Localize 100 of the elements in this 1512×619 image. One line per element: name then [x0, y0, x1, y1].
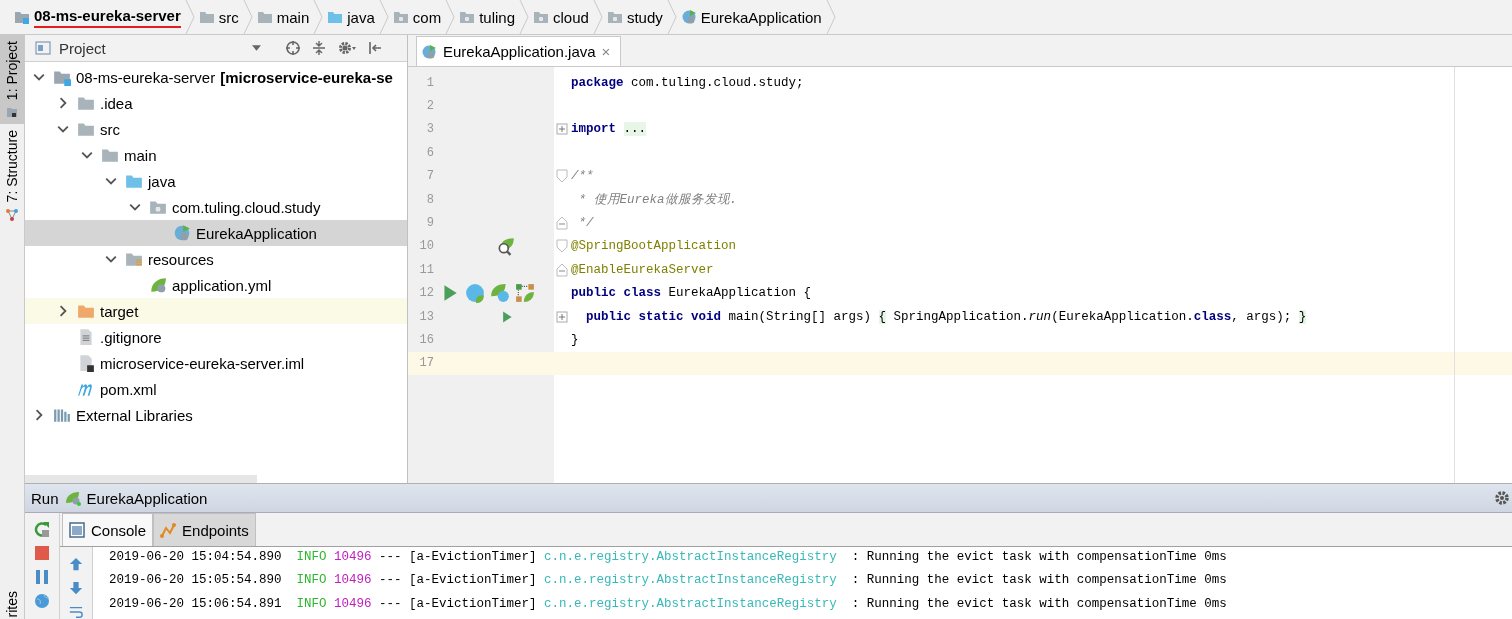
- tree-item[interactable]: resources: [25, 246, 407, 272]
- package-folder-icon: [606, 9, 623, 25]
- spring-search-icon[interactable]: [496, 236, 516, 257]
- side-tab[interactable]: 7: Structure: [0, 124, 24, 227]
- line-number: 1: [425, 75, 434, 90]
- structure-icon: [6, 208, 18, 221]
- spring-class-icon: [421, 43, 437, 60]
- spring-class-icon: [680, 9, 697, 25]
- editor-tab[interactable]: EurekaApplication.java ×: [416, 36, 622, 66]
- line-number: 10: [418, 239, 434, 254]
- leaf-file-icon: [149, 276, 167, 294]
- chevron-down-icon: [33, 71, 45, 83]
- code-line: * 使用Eureka做服务发现.: [577, 192, 737, 209]
- expand-fold-icon[interactable]: [556, 309, 568, 324]
- chevron-down-icon: [129, 201, 141, 213]
- close-button[interactable]: ×: [601, 43, 611, 60]
- tree-item[interactable]: target: [25, 298, 407, 324]
- breadcrumb-item[interactable]: 08-ms-eureka-server: [10, 0, 185, 34]
- collapse-fold-icon[interactable]: [556, 216, 568, 231]
- module-folder-icon: [14, 9, 30, 25]
- tree-item[interactable]: main: [25, 142, 407, 168]
- tree-item[interactable]: External Libraries: [25, 402, 407, 428]
- log-line: 2019-06-20 15:05:54.890 INFO 10496 --- [a-EvictionTimer] c.n.e.registry.AbstractInstanceRegistry : Running the evict task with compensationTime 0ms: [109, 572, 1228, 590]
- chevron-down-icon: [57, 123, 69, 135]
- tree-item[interactable]: java: [25, 168, 407, 194]
- line-number: 13: [418, 309, 434, 324]
- log-line: 2019-06-20 15:04:54.890 INFO 10496 --- [a-EvictionTimer] c.n.e.registry.AbstractInstanceRegistry : Running the evict task with compensationTime 0ms: [109, 549, 1228, 566]
- chevron-right-icon: [57, 97, 69, 109]
- leaf-icon: [64, 490, 81, 506]
- code-line: public class EurekaApplication {: [570, 286, 812, 301]
- code-line: @SpringBootApplication: [570, 239, 737, 254]
- module-folder-icon: [53, 68, 71, 86]
- tool-tab[interactable]: Endpoints: [153, 513, 256, 546]
- spring-class-icon: [173, 224, 191, 242]
- folder-icon: [77, 120, 95, 138]
- pause-icon[interactable]: [34, 569, 50, 585]
- chevron-down-icon: [81, 149, 93, 161]
- settings-icon[interactable]: [337, 40, 357, 56]
- class-icon[interactable]: [465, 283, 485, 304]
- tree-item[interactable]: EurekaApplication: [25, 220, 407, 246]
- scrollbar[interactable]: [25, 475, 257, 483]
- collapse-icon[interactable]: [311, 40, 327, 56]
- folder-icon: [198, 9, 215, 25]
- chevron-right-icon: [33, 409, 45, 421]
- breadcrumb-item[interactable]: study: [602, 0, 667, 34]
- endpoints-icon: [160, 522, 177, 538]
- chevron-down-icon: [105, 253, 117, 265]
- rerun-icon[interactable]: [34, 521, 50, 537]
- code-line: public static void main(String[] args) { SpringApplication.run(EurekaApplication.class, args); }: [585, 309, 1307, 324]
- bean-graph-icon[interactable]: [515, 283, 535, 304]
- down-arrow-icon[interactable]: [68, 581, 84, 595]
- breadcrumb-item[interactable]: EurekaApplication: [676, 0, 826, 34]
- breadcrumb-item[interactable]: src: [194, 0, 243, 34]
- soft-wrap-icon[interactable]: [68, 605, 84, 619]
- module-file-icon: [77, 354, 95, 372]
- breadcrumb-item[interactable]: com: [388, 0, 446, 34]
- package-folder-icon: [459, 9, 476, 25]
- tree-item[interactable]: .gitignore: [25, 324, 407, 350]
- settings-icon[interactable]: [1494, 490, 1510, 506]
- hide-panel-icon[interactable]: [367, 40, 383, 56]
- breadcrumb-item[interactable]: java: [323, 0, 379, 34]
- folder-icon: [256, 9, 273, 25]
- folder-icon: [77, 94, 95, 112]
- tree-item[interactable]: microservice-eureka-server.iml: [25, 350, 407, 376]
- run-config-name[interactable]: EurekaApplication: [86, 489, 208, 507]
- globe-icon[interactable]: [34, 593, 50, 609]
- package-folder-icon: [149, 198, 167, 216]
- breadcrumb-item[interactable]: main: [252, 0, 314, 34]
- code-line: /**: [570, 169, 594, 184]
- caret-icon: [252, 45, 261, 51]
- side-tab[interactable]: 1: Project: [0, 35, 24, 125]
- tool-tab[interactable]: Console: [62, 513, 154, 546]
- package-folder-icon: [392, 9, 409, 25]
- tree-item[interactable]: pom.xml: [25, 376, 407, 402]
- tree-item[interactable]: .idea: [25, 90, 407, 116]
- log-line: 2019-06-20 15:06:54.891 INFO 10496 --- [a-EvictionTimer] c.n.e.registry.AbstractInstanceRegistry : Running the evict task with compensationTime 0ms: [109, 595, 1228, 613]
- collapse-fold-icon[interactable]: [556, 169, 568, 184]
- collapse-fold-icon[interactable]: [556, 262, 568, 277]
- locate-icon[interactable]: [285, 40, 301, 56]
- library-bars-icon: [53, 406, 71, 424]
- run-label: Run: [31, 489, 59, 507]
- breadcrumb-item[interactable]: cloud: [529, 0, 593, 34]
- tree-item[interactable]: application.yml: [25, 272, 407, 298]
- code-line: */: [577, 216, 594, 231]
- expand-fold-icon[interactable]: [556, 122, 568, 137]
- tree-item[interactable]: com.tuling.cloud.study: [25, 194, 407, 220]
- code-line: @EnableEurekaServer: [570, 262, 714, 277]
- breadcrumb-item[interactable]: tuling: [455, 0, 519, 34]
- chevron-down-icon: [105, 175, 117, 187]
- stop-icon[interactable]: [34, 545, 50, 561]
- side-tab[interactable]: rites: [0, 586, 24, 619]
- collapse-fold-icon[interactable]: [556, 239, 568, 254]
- folder-icon: [327, 9, 344, 25]
- tree-item[interactable]: 08-ms-eureka-server [microservice-eureka-se: [25, 64, 407, 90]
- tree-item[interactable]: src: [25, 116, 407, 142]
- resource-folder-icon: [125, 250, 143, 268]
- spring-class-icon[interactable]: [490, 283, 510, 304]
- folder-icon: [6, 106, 18, 119]
- up-arrow-icon[interactable]: [68, 557, 84, 571]
- package-folder-icon: [533, 9, 549, 25]
